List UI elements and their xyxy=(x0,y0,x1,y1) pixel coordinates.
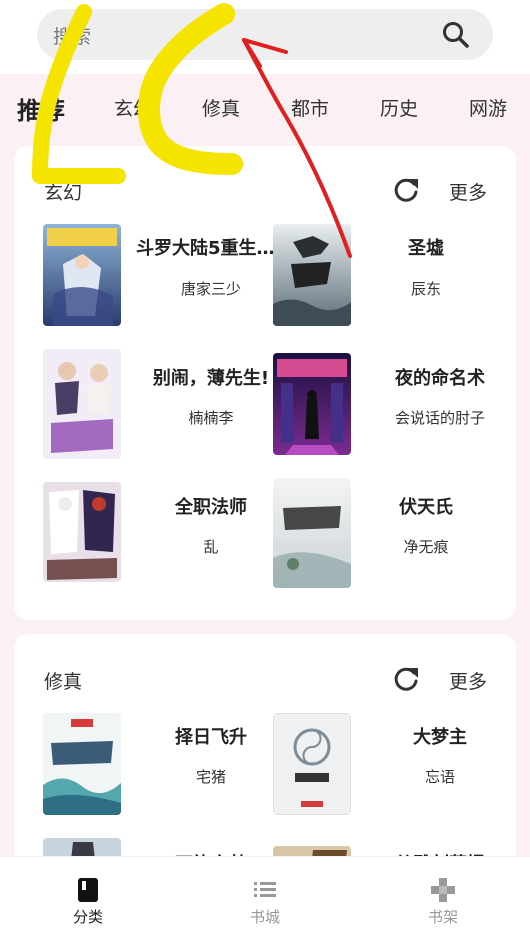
book-icon xyxy=(75,877,101,903)
book-title[interactable]: 全职法师 xyxy=(136,493,286,519)
book-author: 宅猪 xyxy=(195,768,226,786)
tab-xiuzhen[interactable]: 修真 xyxy=(202,94,240,121)
book-cover[interactable] xyxy=(273,353,351,455)
top-bar: 搜索 xyxy=(0,0,530,74)
book-cover[interactable] xyxy=(273,713,351,815)
category-tabs: 推荐 玄幻 修真 都市 历史 网游 xyxy=(0,74,530,142)
tab-dushi[interactable]: 都市 xyxy=(291,94,329,121)
more-link[interactable]: 更多 xyxy=(449,178,487,205)
search-icon[interactable] xyxy=(437,17,475,53)
book-author: 忘语 xyxy=(424,768,455,786)
nav-store[interactable]: 书城 xyxy=(205,857,325,935)
section-title: 修真 xyxy=(44,671,83,693)
book-author: 辰东 xyxy=(410,280,441,298)
gamepad-icon xyxy=(430,877,456,903)
nav-label: 书架 xyxy=(427,908,458,926)
tab-wangyou[interactable]: 网游 xyxy=(469,94,507,121)
book-title[interactable]: 夜的命名术 xyxy=(365,364,515,390)
refresh-icon[interactable] xyxy=(392,665,420,693)
search-placeholder: 搜索 xyxy=(53,26,92,48)
book-title[interactable]: 斗罗大陆5重生唐三 xyxy=(136,234,286,260)
book-author: 会说话的肘子 xyxy=(394,409,485,427)
refresh-icon[interactable] xyxy=(392,176,420,204)
book-title[interactable]: 别闹，薄先生! xyxy=(136,364,286,390)
book-cover[interactable] xyxy=(43,482,121,582)
book-title[interactable]: 大梦主 xyxy=(365,723,515,749)
book-author: 净无痕 xyxy=(403,538,449,556)
nav-bookshelf[interactable]: 书架 xyxy=(383,857,503,935)
nav-label: 分类 xyxy=(72,908,103,926)
search-input[interactable]: 搜索 xyxy=(37,9,493,60)
book-cover[interactable] xyxy=(43,224,121,326)
book-cover[interactable] xyxy=(273,478,351,588)
tab-xuanhuan[interactable]: 玄幻 xyxy=(114,94,152,121)
book-cover[interactable] xyxy=(43,713,121,815)
tab-lishi[interactable]: 历史 xyxy=(380,94,418,121)
book-title[interactable]: 择日飞升 xyxy=(136,723,286,749)
book-author: 乱 xyxy=(203,538,219,556)
book-cover[interactable] xyxy=(273,224,351,326)
tab-recommend[interactable]: 推荐 xyxy=(17,91,65,126)
nav-category[interactable]: 分类 xyxy=(28,857,148,935)
bottom-nav: 分类 书城 书架 xyxy=(0,856,530,935)
book-title[interactable]: 伏天氏 xyxy=(351,493,501,519)
section-card-xuanhuan: 玄幻 更多 斗罗大陆5重生唐三 唐家三少 圣墟 辰东 别闹，薄先生! 楠楠李 夜… xyxy=(14,146,516,620)
book-author: 唐家三少 xyxy=(180,280,241,298)
book-cover[interactable] xyxy=(43,349,121,459)
book-author: 楠楠李 xyxy=(188,409,234,427)
section-card-xiuzhen: 修真 更多 择日飞升 宅猪 大梦主 忘语 xyxy=(14,634,516,935)
list-icon xyxy=(252,877,278,903)
section-title: 玄幻 xyxy=(44,182,83,204)
book-title[interactable]: 圣墟 xyxy=(351,234,501,260)
nav-label: 书城 xyxy=(249,908,280,926)
more-link[interactable]: 更多 xyxy=(449,667,487,694)
